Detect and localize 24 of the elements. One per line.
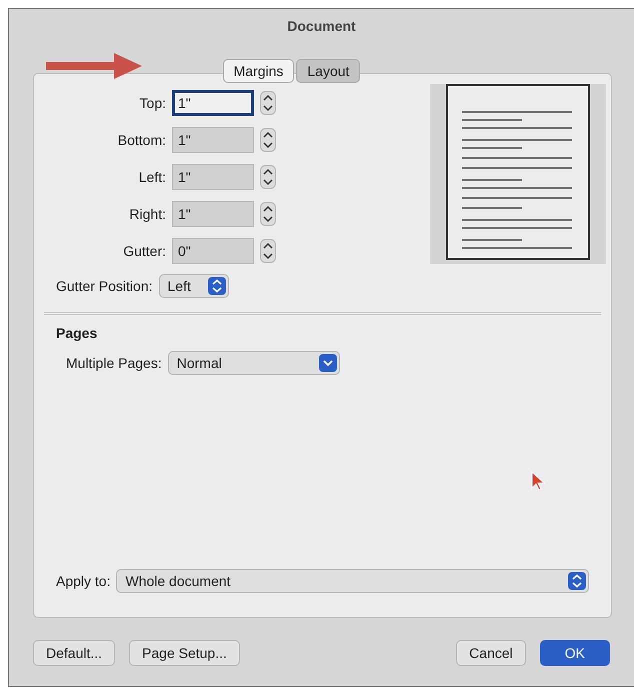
window-title: Document — [287, 18, 356, 34]
field-label: Bottom: — [118, 132, 166, 148]
button[interactable]: Cancel — [456, 640, 526, 666]
field-label: Left: — [138, 169, 166, 185]
field-label: Right: — [129, 206, 166, 222]
tab[interactable]: Layout — [296, 59, 360, 83]
dropdown[interactable]: Left — [158, 274, 228, 298]
field-label: Apply to: — [56, 573, 110, 589]
input-field[interactable]: 1" — [172, 127, 254, 153]
button[interactable]: Default... — [33, 640, 116, 666]
field-label: Multiple Pages: — [66, 355, 162, 371]
field-label: Gutter: — [123, 243, 166, 259]
tab[interactable]: Margins — [222, 59, 294, 83]
button[interactable]: Page Setup... — [129, 640, 240, 666]
dropdown[interactable]: Normal — [168, 351, 340, 375]
section-heading: Pages — [56, 325, 98, 341]
field-label: Gutter Position: — [56, 278, 152, 294]
input-field[interactable]: 1" — [172, 164, 254, 190]
input-field[interactable]: 1" — [172, 201, 254, 227]
button[interactable]: OK — [540, 640, 610, 666]
input-field[interactable]: 1" — [172, 90, 254, 116]
input-field[interactable]: 0" — [172, 238, 254, 264]
field-label: Top: — [140, 95, 166, 111]
dropdown[interactable]: Whole document — [116, 569, 589, 593]
